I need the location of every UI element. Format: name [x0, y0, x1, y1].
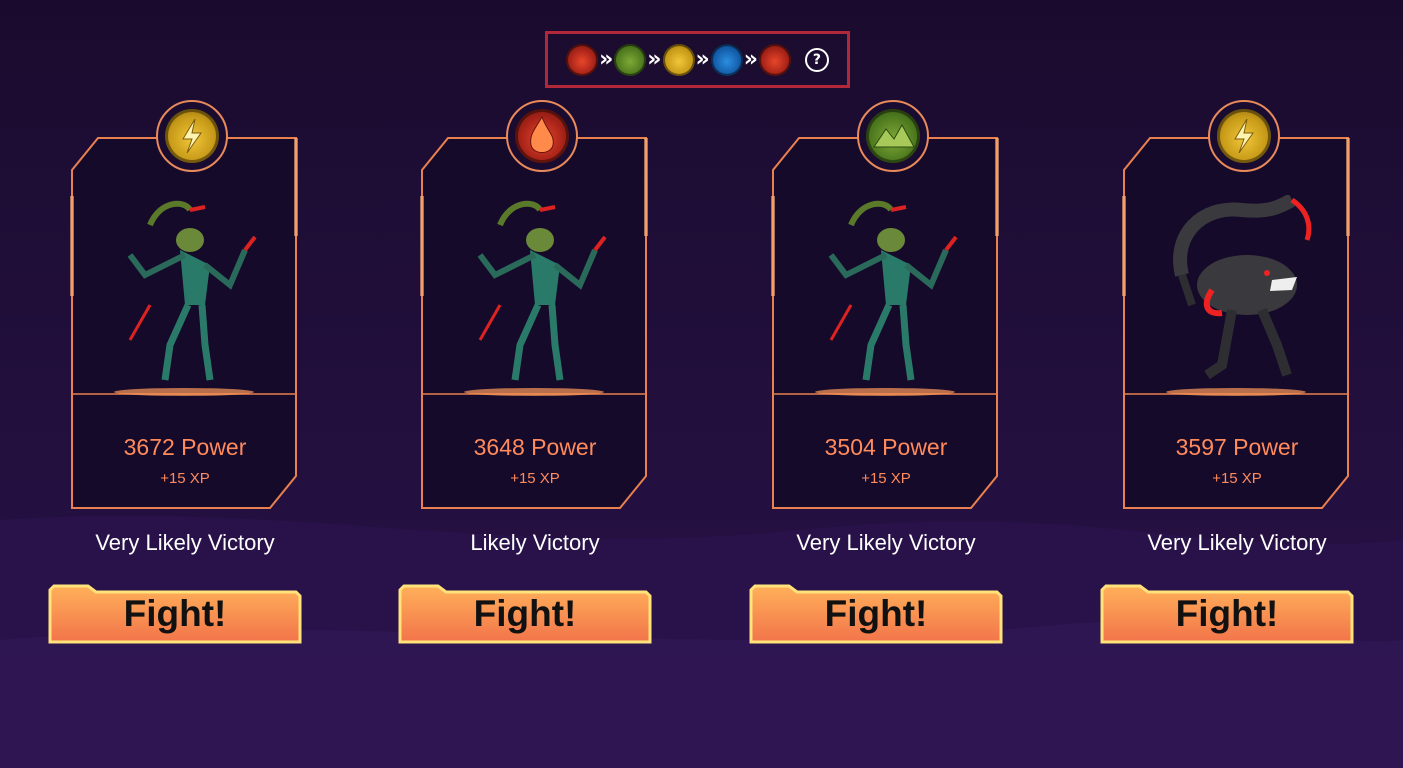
- power-value: 3504 Power: [824, 434, 948, 460]
- cycle-arrow-icon: »: [743, 46, 758, 72]
- element-badge: [857, 100, 929, 172]
- lightning-icon: [165, 109, 219, 163]
- earth-element-icon: [614, 43, 647, 76]
- power-value: 3597 Power: [1175, 434, 1299, 460]
- opponent-card: 3504 Power +15 XP Very Likely Victory Fi…: [749, 100, 1031, 660]
- mantis-creature-image: [828, 200, 958, 381]
- water-element-icon: [710, 43, 743, 76]
- cycle-arrow-icon: »: [647, 46, 662, 72]
- victory-odds: Very Likely Victory: [796, 530, 976, 555]
- victory-odds: Very Likely Victory: [95, 530, 275, 555]
- mantis-creature-image: [127, 200, 257, 381]
- fire-element-icon: [758, 43, 791, 76]
- mantis-creature-image: [477, 200, 607, 381]
- xp-reward: +15 XP: [861, 470, 911, 487]
- xp-reward: +15 XP: [510, 470, 560, 487]
- mountain-icon: [866, 109, 920, 163]
- cycle-arrow-icon: »: [695, 46, 710, 72]
- opponent-card: 3648 Power +15 XP Likely Victory Fight!: [398, 100, 680, 660]
- power-value: 3672 Power: [123, 434, 247, 460]
- fight-button[interactable]: Fight!: [398, 584, 652, 644]
- xp-reward: +15 XP: [1212, 470, 1262, 487]
- lightning-icon: [1217, 109, 1271, 163]
- victory-odds: Very Likely Victory: [1147, 530, 1327, 555]
- power-value: 3648 Power: [473, 434, 597, 460]
- fight-button[interactable]: Fight!: [749, 584, 1003, 644]
- element-badge: [156, 100, 228, 172]
- fight-button[interactable]: Fight!: [1100, 584, 1354, 644]
- flame-icon: [515, 109, 569, 163]
- life-element-icon: [662, 43, 695, 76]
- cycle-arrow-icon: »: [599, 46, 614, 72]
- help-icon[interactable]: ?: [804, 47, 829, 72]
- fire-element-icon: [566, 43, 599, 76]
- opponent-card: 3672 Power +15 XP Very Likely Victory Fi…: [48, 100, 330, 660]
- victory-odds: Likely Victory: [470, 530, 600, 555]
- fight-button[interactable]: Fight!: [48, 584, 302, 644]
- xp-reward: +15 XP: [160, 470, 210, 487]
- element-cycle-bar: » » » » ?: [545, 31, 850, 88]
- scorpion-creature-image: [1173, 195, 1312, 380]
- element-badge: [1208, 100, 1280, 172]
- element-badge: [506, 100, 578, 172]
- opponent-card: 3597 Power +15 XP Very Likely Victory Fi…: [1100, 100, 1382, 660]
